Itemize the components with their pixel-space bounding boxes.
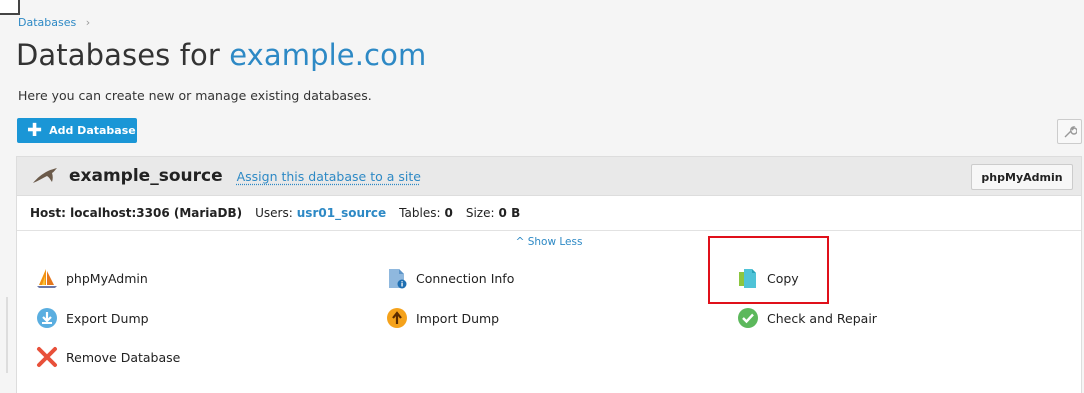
page-title: Databases for example.com bbox=[16, 38, 426, 72]
window-corner-box bbox=[0, 0, 20, 15]
action-connection-info[interactable]: Connection Info bbox=[386, 267, 514, 289]
checkmark-icon bbox=[738, 308, 758, 328]
connection-info-icon bbox=[389, 269, 407, 289]
database-info-row: Host: localhost:3306 (MariaDB) Users: us… bbox=[17, 196, 1081, 231]
add-database-label: Add Database bbox=[49, 124, 136, 137]
page-description: Here you can create new or manage existi… bbox=[18, 88, 372, 103]
breadcrumb-databases-link[interactable]: Databases bbox=[18, 16, 76, 29]
database-panel-header: example_source Assign this database to a… bbox=[17, 157, 1081, 196]
add-database-button[interactable]: ✚ Add Database bbox=[17, 118, 137, 143]
action-connection-info-label: Connection Info bbox=[416, 270, 515, 286]
action-export-dump[interactable]: Export Dump bbox=[36, 307, 149, 329]
users-link[interactable]: usr01_source bbox=[297, 206, 386, 220]
action-copy[interactable]: Copy bbox=[737, 267, 799, 289]
action-remove-database-label: Remove Database bbox=[66, 349, 181, 365]
action-phpmyadmin-label: phpMyAdmin bbox=[66, 270, 148, 286]
breadcrumb: Databases › bbox=[18, 16, 90, 29]
wrench-icon[interactable] bbox=[1057, 119, 1082, 144]
assign-site-link[interactable]: Assign this database to a site bbox=[237, 169, 421, 184]
page-title-domain[interactable]: example.com bbox=[229, 38, 426, 72]
users-label: Users: bbox=[255, 206, 293, 220]
left-scroll-divider bbox=[6, 297, 8, 373]
breadcrumb-separator: › bbox=[85, 16, 91, 29]
page-title-prefix: Databases for bbox=[16, 38, 220, 72]
tables-label: Tables: bbox=[399, 206, 441, 220]
tables-value: 0 bbox=[444, 206, 453, 220]
action-check-repair-label: Check and Repair bbox=[767, 310, 877, 326]
database-name: example_source bbox=[69, 166, 223, 186]
remove-x-icon bbox=[37, 347, 57, 367]
action-copy-label: Copy bbox=[767, 270, 799, 286]
action-phpmyadmin[interactable]: phpMyAdmin bbox=[36, 267, 148, 289]
size-value: 0 B bbox=[498, 206, 521, 220]
show-less-link[interactable]: ^ Show Less bbox=[17, 236, 1081, 248]
export-dump-icon bbox=[37, 308, 57, 328]
action-import-dump-label: Import Dump bbox=[416, 310, 500, 326]
action-export-dump-label: Export Dump bbox=[66, 310, 149, 326]
action-check-repair[interactable]: Check and Repair bbox=[737, 307, 877, 329]
phpmyadmin-sailboat-icon bbox=[37, 269, 57, 288]
phpmyadmin-button[interactable]: phpMyAdmin bbox=[971, 164, 1073, 190]
action-import-dump[interactable]: Import Dump bbox=[386, 307, 499, 329]
import-dump-icon bbox=[387, 308, 407, 328]
plus-icon: ✚ bbox=[27, 119, 43, 141]
mariadb-seal-icon bbox=[33, 168, 57, 183]
copy-icon bbox=[739, 269, 756, 288]
size-label: Size: bbox=[465, 206, 495, 220]
action-remove-database[interactable]: Remove Database bbox=[36, 346, 180, 368]
host-label: Host: localhost:3306 (MariaDB) bbox=[30, 206, 243, 220]
